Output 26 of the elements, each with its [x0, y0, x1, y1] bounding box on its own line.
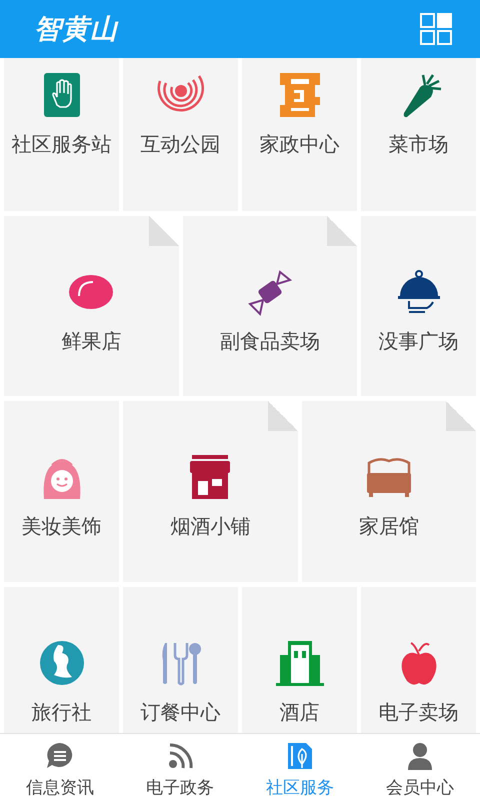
service-tile[interactable]: 互动公园	[123, 58, 238, 211]
service-tile[interactable]: 酒店	[242, 587, 357, 733]
service-tile[interactable]: 副食品卖场	[182, 216, 357, 396]
service-tile[interactable]: 电子卖场	[361, 587, 476, 733]
service-tile[interactable]: 美妆美饰	[4, 401, 119, 582]
service-tile[interactable]: 社区服务站	[4, 58, 119, 211]
service-tile[interactable]: 没事广场	[361, 216, 476, 396]
leaf-document-icon	[286, 742, 314, 770]
globe-icon	[38, 639, 86, 687]
service-tile[interactable]: 订餐中心	[123, 587, 238, 733]
tab[interactable]: 会员中心	[360, 734, 480, 800]
service-tile[interactable]: 家居馆	[302, 401, 476, 582]
tab[interactable]: 电子政务	[120, 734, 240, 800]
service-tile[interactable]: 烟酒小铺	[123, 401, 298, 582]
app-logo: 智黄山	[34, 13, 118, 47]
service-tile[interactable]: 菜市场	[361, 58, 476, 211]
service-tile[interactable]: 鲜果店	[4, 216, 178, 396]
person-icon	[406, 742, 434, 770]
rss-icon	[166, 742, 194, 770]
grid-menu-icon[interactable]	[420, 13, 452, 45]
castle-icon	[276, 639, 324, 687]
service-tile[interactable]: 旅行社	[4, 587, 119, 733]
candy-icon	[246, 268, 294, 316]
service-tile[interactable]: 家政中心	[242, 58, 357, 211]
tab[interactable]: 信息资讯	[0, 734, 120, 800]
chat-icon	[46, 742, 74, 770]
